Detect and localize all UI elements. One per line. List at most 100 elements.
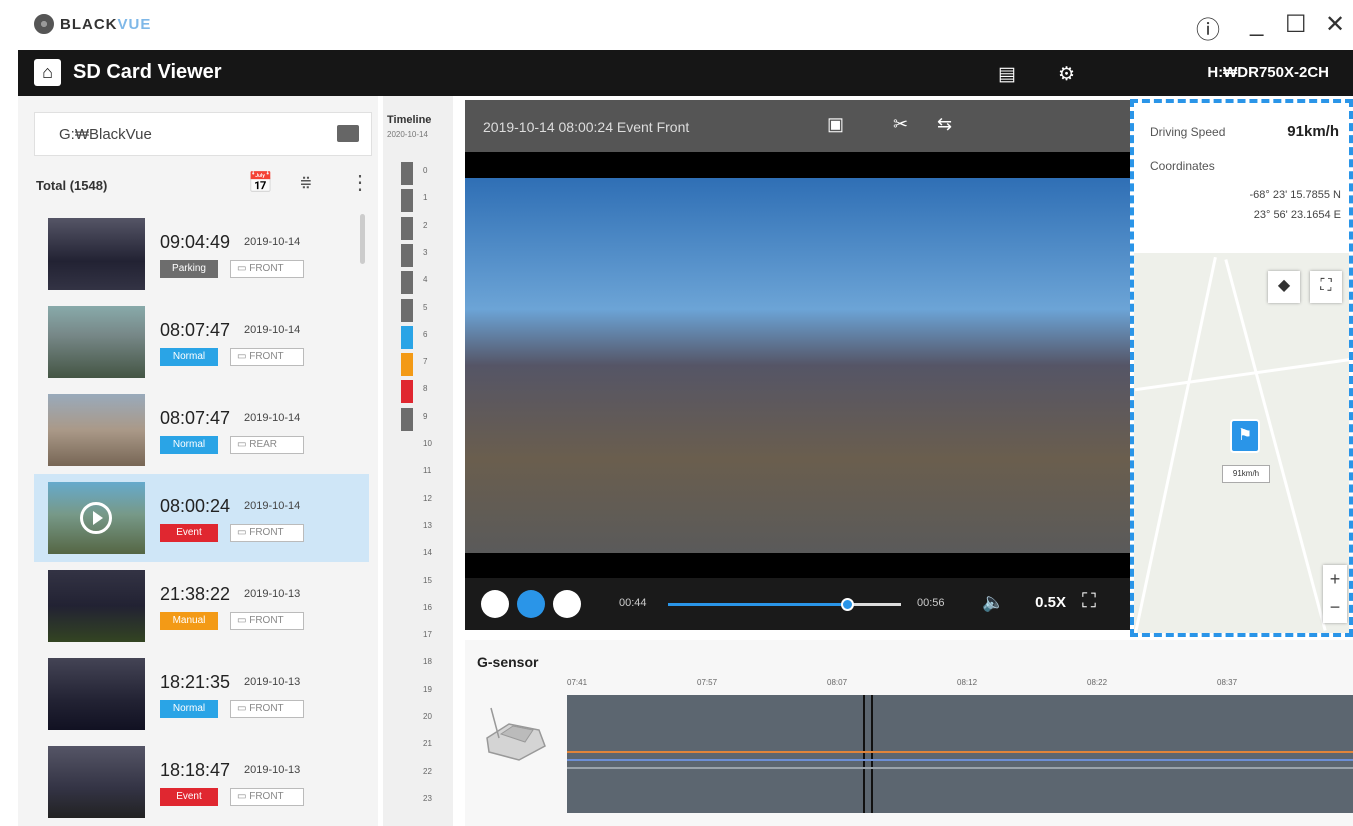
timeline-hour[interactable]: 19 [423, 685, 432, 694]
speed-value: 91km/h [1287, 123, 1339, 140]
timeline-hour[interactable]: 16 [423, 603, 432, 612]
video-player: 2019-10-14 08:00:24 Event Front ▣ ✂ ⇆ 00… [465, 100, 1130, 630]
fullscreen-icon[interactable]: ⛶ [1082, 590, 1096, 613]
timeline-bar[interactable] [401, 216, 413, 240]
settings-icon[interactable]: ⚙ [1058, 63, 1075, 86]
volume-icon[interactable]: 🔈 [982, 592, 1004, 613]
video-frame[interactable] [465, 178, 1130, 553]
list-item-selected[interactable]: 08:00:24 2019-10-14 Event ▭ FRONT [34, 474, 369, 562]
list-item[interactable]: 18:21:35 2019-10-13 Normal ▭ FRONT [34, 650, 369, 738]
maximize-button[interactable]: ☐ [1285, 10, 1307, 39]
recording-list: 09:04:49 2019-10-14 Parking ▭ FRONT 08:0… [34, 210, 369, 826]
timeline-hour[interactable]: 10 [423, 439, 432, 448]
timeline-hour[interactable]: 18 [423, 657, 432, 666]
coordinates-label: Coordinates [1150, 159, 1215, 173]
thumbnail [48, 218, 145, 290]
g-sensor-chart[interactable] [567, 695, 1353, 813]
pause-button[interactable] [517, 590, 545, 618]
timeline-hour[interactable]: 14 [423, 548, 432, 557]
crop-icon[interactable]: ✂ [893, 114, 908, 135]
seek-handle[interactable] [841, 598, 855, 611]
timeline-hour[interactable]: 20 [423, 712, 432, 721]
timeline-bar[interactable] [401, 271, 413, 295]
zoom-in-button[interactable]: + [1323, 565, 1347, 593]
mirror-icon[interactable]: ⇆ [937, 114, 952, 135]
g-sensor-series [567, 751, 1353, 753]
type-badge: Normal [160, 436, 218, 454]
timeline-hour[interactable]: 8 [423, 384, 427, 393]
item-time: 21:38:22 [160, 584, 231, 604]
g-sensor-series [567, 759, 1353, 761]
folder-path-field[interactable]: G:₩BlackVue [34, 112, 372, 156]
item-date: 2019-10-13 [244, 676, 301, 688]
more-icon[interactable]: ⋮ [350, 170, 370, 195]
timeline-bar[interactable] [401, 380, 413, 404]
list-item[interactable]: 08:07:47 2019-10-14 Normal ▭ FRONT [34, 298, 369, 386]
timeline-bar[interactable] [401, 407, 413, 431]
timeline-hour[interactable]: 21 [423, 739, 432, 748]
folder-icon[interactable] [337, 125, 359, 142]
timeline-bar[interactable] [401, 325, 413, 349]
car-location-pin[interactable]: ⚑ [1230, 419, 1260, 453]
timeline-bar[interactable] [401, 162, 413, 185]
timeline-hour[interactable]: 0 [423, 166, 427, 175]
list-item[interactable]: 09:04:49 2019-10-14 Parking ▭ FRONT [34, 210, 369, 298]
play-icon[interactable] [80, 502, 112, 534]
seek-bar[interactable] [668, 598, 901, 611]
next-frame-button[interactable] [553, 590, 581, 618]
filter-icon[interactable]: ⩷ [300, 170, 312, 193]
timeline-hour[interactable]: 4 [423, 275, 427, 284]
close-button[interactable]: ✕ [1325, 10, 1345, 39]
timeline-hour[interactable]: 6 [423, 330, 427, 339]
calendar-icon[interactable]: 📅 [248, 170, 273, 195]
snapshot-icon[interactable]: ▣ [827, 114, 844, 135]
timeline-hour[interactable]: 9 [423, 412, 427, 421]
map-road [1134, 357, 1349, 392]
list-item[interactable]: 18:18:47 2019-10-13 Event ▭ FRONT [34, 738, 369, 826]
timeline-hour[interactable]: 5 [423, 303, 427, 312]
app-header: ⌂ SD Card Viewer ▤ ⚙ H:₩DR750X-2CH [18, 50, 1353, 96]
timeline-hour[interactable]: 17 [423, 630, 432, 639]
timeline-hour[interactable]: 3 [423, 248, 427, 257]
timeline-bar[interactable] [401, 298, 413, 322]
prev-frame-button[interactable] [481, 590, 509, 618]
minimize-button[interactable]: _ [1250, 10, 1263, 38]
timeline-hour[interactable]: 22 [423, 767, 432, 776]
g-sensor-tick: 08:12 [957, 678, 978, 687]
timeline-hour[interactable]: 11 [423, 466, 431, 475]
sd-card-icon[interactable]: ▤ [998, 63, 1016, 86]
map-expand-icon[interactable]: ⛶ [1310, 271, 1342, 303]
g-sensor-series [567, 767, 1353, 769]
timeline-hour[interactable]: 12 [423, 494, 432, 503]
timeline-bar[interactable] [401, 189, 413, 213]
g-sensor-cursor[interactable] [863, 695, 873, 813]
total-time: 00:56 [917, 597, 945, 609]
item-date: 2019-10-13 [244, 764, 301, 776]
list-item[interactable]: 08:07:47 2019-10-14 Normal ▭ REAR [34, 386, 369, 474]
device-label: H:₩DR750X-2CH [1207, 64, 1329, 81]
list-item[interactable]: 21:38:22 2019-10-13 Manual ▭ FRONT [34, 562, 369, 650]
timeline-hour[interactable]: 2 [423, 221, 427, 230]
video-controls: 00:44 00:56 🔈 0.5X ⛶ [465, 578, 1130, 630]
type-badge: Normal [160, 348, 218, 366]
camera-badge: ▭ FRONT [230, 260, 304, 278]
list-scrollbar[interactable] [360, 214, 365, 264]
map-view[interactable]: ◆ ⛶ ⚑ 91km/h + − [1134, 253, 1349, 633]
timeline-hour[interactable]: 15 [423, 576, 432, 585]
info-icon[interactable]: ⓘ [1196, 10, 1220, 45]
item-time: 18:21:35 [160, 672, 231, 692]
timeline-hour[interactable]: 7 [423, 357, 427, 366]
timeline-hour[interactable]: 1 [423, 193, 427, 202]
playback-speed[interactable]: 0.5X [1035, 594, 1066, 611]
g-sensor-tick: 07:57 [697, 678, 718, 687]
item-time: 08:07:47 [160, 408, 231, 428]
home-button[interactable]: ⌂ [34, 59, 61, 86]
timeline-bar[interactable] [401, 243, 413, 267]
timeline-bar[interactable] [401, 353, 413, 377]
timeline-hour[interactable]: 23 [423, 794, 432, 803]
layers-icon[interactable]: ◆ [1268, 271, 1300, 303]
item-time: 08:00:24 [160, 496, 231, 516]
timeline-hour[interactable]: 13 [423, 521, 432, 530]
zoom-out-button[interactable]: − [1323, 593, 1347, 621]
thumbnail [48, 658, 145, 730]
